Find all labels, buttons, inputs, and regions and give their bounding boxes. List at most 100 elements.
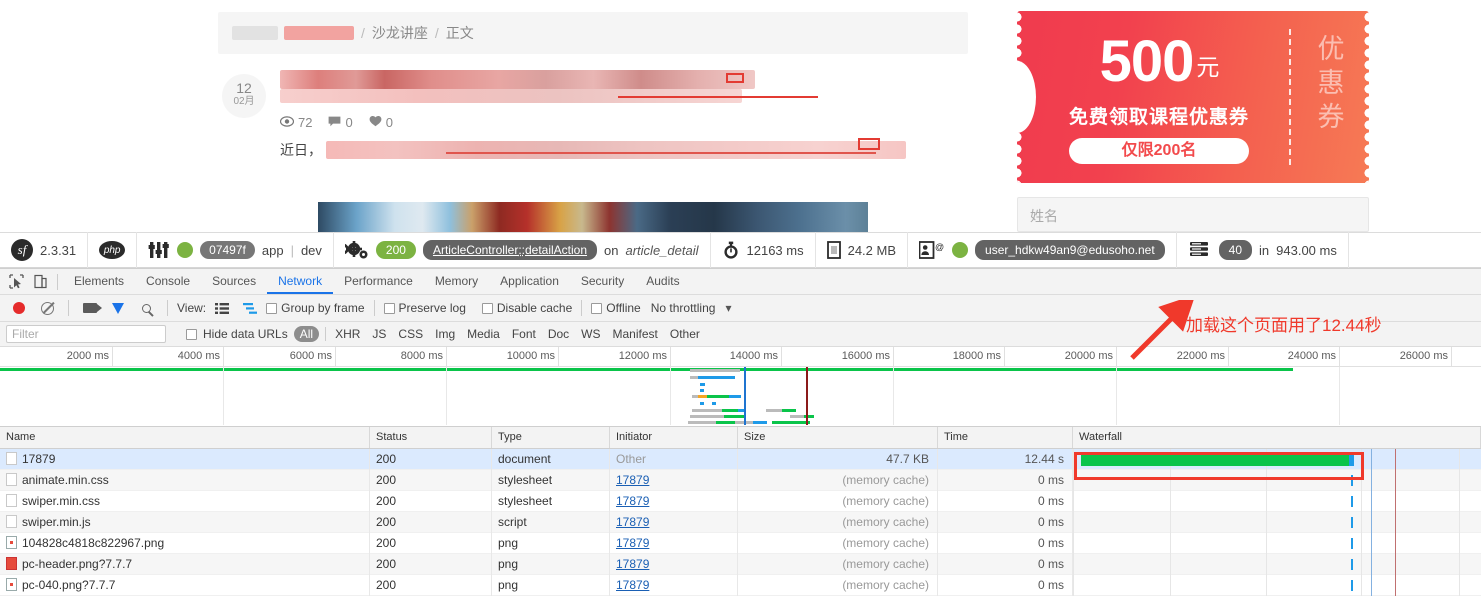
waterfall-load-event-line: [1395, 532, 1396, 554]
type-filter-all[interactable]: All: [293, 326, 320, 342]
cell-time: 0 ms: [938, 574, 1073, 596]
timeline-tick: 24000 ms: [1288, 347, 1340, 367]
coupon-scallop-right: [1360, 11, 1369, 183]
search-button[interactable]: [134, 296, 158, 320]
cell-waterfall: [1073, 532, 1481, 554]
coupon-description: 免费领取课程优惠券: [1068, 107, 1249, 128]
cell-name[interactable]: 17879: [0, 448, 370, 470]
type-filter-font[interactable]: Font: [509, 327, 539, 341]
cell-name[interactable]: swiper.min.js: [0, 511, 370, 533]
waterfall-cached-marker: [1351, 579, 1353, 591]
timeline-tick-label: 24000 ms: [1287, 350, 1336, 362]
annotation-box-body: [858, 138, 880, 150]
throttling-select[interactable]: No throttling: [651, 301, 716, 315]
cell-name[interactable]: 104828c4818c822967.png: [0, 532, 370, 554]
cell-name[interactable]: swiper.min.css: [0, 490, 370, 512]
coupon-amount: 500: [1099, 29, 1195, 94]
hide-data-urls-checkbox[interactable]: [186, 328, 197, 340]
column-header-size[interactable]: Size: [738, 427, 938, 448]
sf-memory-block[interactable]: 24.2 MB: [816, 232, 909, 268]
sf-security-block[interactable]: @ user_hdkw49an9@edusoho.net: [908, 232, 1177, 268]
tab-memory[interactable]: Memory: [424, 269, 489, 294]
column-header-type[interactable]: Type: [492, 427, 610, 448]
sf-time-block[interactable]: 12163 ms: [711, 232, 816, 268]
cell-name[interactable]: animate.min.css: [0, 469, 370, 491]
type-filter-js[interactable]: JS: [369, 327, 389, 341]
type-filter-css[interactable]: CSS: [395, 327, 426, 341]
sf-request-block[interactable]: 200 ArticleController::detailAction on a…: [334, 232, 711, 268]
camera-icon: [83, 303, 102, 313]
cell-initiator[interactable]: 17879: [610, 469, 738, 491]
record-button[interactable]: [7, 296, 31, 320]
table-row[interactable]: swiper.min.js 200 script 17879 (memory cache…: [0, 511, 1481, 533]
cell-initiator[interactable]: 17879: [610, 574, 738, 596]
tab-security[interactable]: Security: [570, 269, 635, 294]
cell-initiator[interactable]: 17879: [610, 511, 738, 533]
column-header-initiator[interactable]: Initiator: [610, 427, 738, 448]
request-name: 17879: [22, 451, 56, 466]
chevron-down-icon[interactable]: ▾: [725, 301, 731, 315]
view-list-button[interactable]: [210, 296, 234, 320]
tab-performance[interactable]: Performance: [333, 269, 424, 294]
cell-initiator[interactable]: 17879: [610, 553, 738, 575]
tab-elements[interactable]: Elements: [63, 269, 135, 294]
type-filter-manifest[interactable]: Manifest: [610, 327, 661, 341]
timeline-tick: 26000 ms: [1400, 347, 1452, 367]
sliders-icon: [148, 241, 170, 259]
table-row[interactable]: pc-header.png?7.7.7 200 png 17879 (memory ca…: [0, 553, 1481, 575]
disable-cache-checkbox[interactable]: [481, 302, 493, 314]
column-header-status[interactable]: Status: [370, 427, 492, 448]
type-filter-xhr[interactable]: XHR: [332, 327, 363, 341]
table-row[interactable]: 104828c4818c822967.png 200 png 17879 (memory…: [0, 532, 1481, 554]
type-filter-other[interactable]: Other: [667, 327, 703, 341]
inspect-element-icon[interactable]: [4, 270, 28, 294]
type-filter-media[interactable]: Media: [464, 327, 503, 341]
tab-network[interactable]: Network: [267, 269, 334, 294]
capture-screenshots-button[interactable]: [78, 296, 102, 320]
requests-table-header: Name Status Type Initiator Size Time Wat…: [0, 427, 1481, 449]
sf-controller-separator: ::: [518, 243, 525, 257]
offline-checkbox[interactable]: [591, 302, 603, 314]
preserve-log-checkbox[interactable]: [383, 302, 395, 314]
cell-type: png: [492, 553, 610, 575]
sf-version-block[interactable]: sf 2.3.31: [0, 232, 89, 268]
coupon-banner[interactable]: 500 元 免费领取课程优惠券 仅限200名 优惠券: [1017, 11, 1369, 183]
group-by-frame-checkbox[interactable]: [266, 302, 278, 314]
device-toolbar-icon[interactable]: [28, 270, 52, 294]
overview-gridline: [893, 367, 894, 425]
breadcrumb-item-1[interactable]: 沙龙讲座: [372, 23, 428, 43]
type-filter-img[interactable]: Img: [432, 327, 458, 341]
security-status-dot-icon: [952, 242, 969, 258]
clear-button[interactable]: [35, 296, 59, 320]
overview-request-bar: [782, 409, 796, 412]
waterfall-gridline: [1459, 553, 1460, 575]
cell-initiator[interactable]: 17879: [610, 532, 738, 554]
table-row[interactable]: swiper.min.css 200 stylesheet 17879 (memory …: [0, 490, 1481, 512]
column-header-name[interactable]: Name: [0, 427, 370, 448]
comment-icon: [328, 115, 341, 130]
waterfall-load-event-line: [1395, 574, 1396, 596]
tab-console[interactable]: Console: [135, 269, 201, 294]
record-icon: [13, 302, 25, 314]
cell-initiator[interactable]: 17879: [610, 490, 738, 512]
tab-application[interactable]: Application: [489, 269, 570, 294]
table-row[interactable]: pc-040.png?7.7.7 200 png 17879 (memory cache…: [0, 574, 1481, 596]
network-overview[interactable]: 2000 ms 4000 ms 6000 ms 8000 ms 10000 ms 1200…: [0, 347, 1481, 427]
cell-name[interactable]: pc-header.png?7.7.7: [0, 553, 370, 575]
name-input[interactable]: 姓名: [1017, 197, 1369, 232]
sf-database-block[interactable]: 40 in 943.00 ms: [1177, 232, 1349, 268]
column-header-time[interactable]: Time: [938, 427, 1073, 448]
column-header-waterfall[interactable]: Waterfall: [1073, 427, 1481, 448]
waterfall-gridline: [1459, 490, 1460, 512]
type-filter-ws[interactable]: WS: [578, 327, 603, 341]
filter-input[interactable]: Filter: [6, 325, 166, 343]
filter-button[interactable]: [106, 296, 130, 320]
waterfall-gridline: [1361, 511, 1362, 533]
tab-sources[interactable]: Sources: [201, 269, 267, 294]
sf-php-block[interactable]: php: [88, 232, 138, 268]
type-filter-doc[interactable]: Doc: [545, 327, 572, 341]
cell-name[interactable]: pc-040.png?7.7.7: [0, 574, 370, 596]
view-waterfall-button[interactable]: [238, 296, 262, 320]
tab-audits[interactable]: Audits: [635, 269, 690, 294]
sf-config-block[interactable]: 07497f app | dev: [137, 232, 334, 268]
